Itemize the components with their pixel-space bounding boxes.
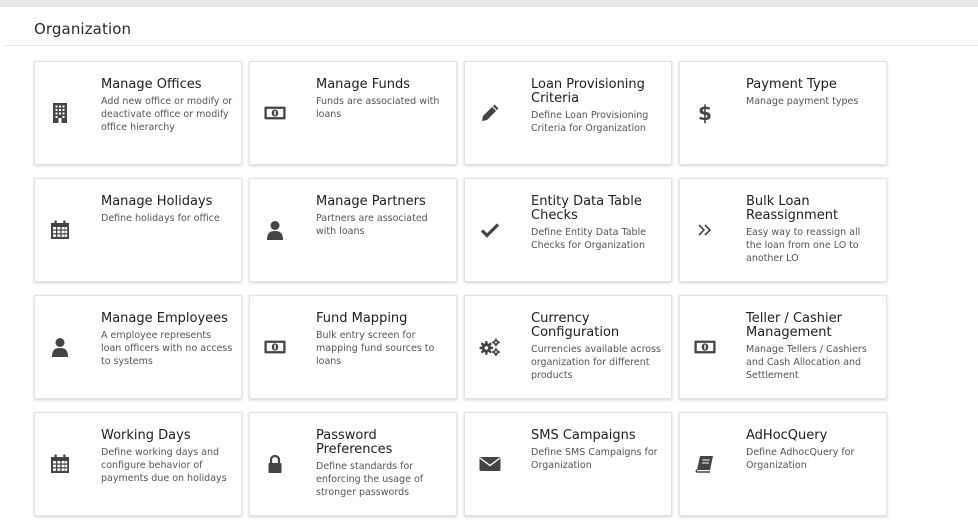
card-description: Define Loan Provisioning Criteria for Or… — [531, 110, 649, 134]
organization-card-grid: Manage Offices Add new office or modify … — [34, 61, 887, 516]
card-title: SMS Campaigns — [531, 428, 636, 443]
dollar-icon: $ — [694, 102, 716, 124]
card-title: Manage Partners — [316, 194, 426, 209]
card-description: Manage Tellers / Cashiers and Cash Alloc… — [746, 344, 867, 381]
card-entity-data-table-checks[interactable]: Entity Data Table Checks Define Entity D… — [464, 178, 672, 282]
card-description: Add new office or modify or deactivate o… — [101, 96, 233, 133]
card-description: Bulk entry screen for mapping fund sourc… — [316, 330, 435, 367]
gears-icon — [479, 336, 501, 358]
top-strip — [0, 0, 978, 7]
card-title: Manage Holidays — [101, 194, 213, 209]
card-title: Manage Employees — [101, 311, 228, 326]
card-description: Define standards for enforcing the usage… — [316, 461, 424, 498]
money-icon — [264, 336, 286, 358]
money-icon — [694, 336, 716, 358]
calendar-icon — [49, 453, 71, 475]
title-divider — [5, 45, 978, 46]
card-title: Working Days — [101, 428, 191, 443]
card-sms-campaigns[interactable]: SMS Campaigns Define SMS Campaigns for O… — [464, 412, 672, 516]
card-password-preferences[interactable]: Password Preferences Define standards fo… — [249, 412, 457, 516]
card-teller-cashier-management[interactable]: Teller / Cashier Management Manage Telle… — [679, 295, 887, 399]
card-manage-offices[interactable]: Manage Offices Add new office or modify … — [34, 61, 242, 165]
card-title: Payment Type — [746, 77, 837, 92]
card-manage-partners[interactable]: Manage Partners Partners are associated … — [249, 178, 457, 282]
user-icon — [264, 219, 286, 241]
card-description: A employee represents loan officers with… — [101, 330, 233, 367]
card-manage-employees[interactable]: Manage Employees A employee represents l… — [34, 295, 242, 399]
card-bulk-loan-reassignment[interactable]: Bulk Loan Reassignment Easy way to reass… — [679, 178, 887, 282]
card-title: Password Preferences — [316, 428, 393, 457]
pencil-icon — [479, 102, 501, 124]
card-currency-configuration[interactable]: Currency Configuration Currencies availa… — [464, 295, 672, 399]
user-icon — [49, 336, 71, 358]
card-description: Define Entity Data Table Checks for Orga… — [531, 227, 647, 251]
card-description: Funds are associated with loans — [316, 96, 440, 120]
check-icon — [479, 219, 501, 241]
card-payment-type[interactable]: $ Payment Type Manage payment types — [679, 61, 887, 165]
card-description: Define working days and configure behavi… — [101, 447, 227, 484]
building-icon — [49, 102, 71, 124]
card-description: Currencies available across organization… — [531, 344, 661, 381]
envelope-icon — [479, 453, 501, 475]
card-description: Partners are associated with loans — [316, 213, 428, 237]
card-adhocquery[interactable]: AdHocQuery Define AdhocQuery for Organiz… — [679, 412, 887, 516]
card-description: Manage payment types — [746, 96, 859, 107]
card-title: Loan Provisioning Criteria — [531, 77, 645, 106]
card-description: Define AdhocQuery for Organization — [746, 447, 855, 471]
card-title: Manage Funds — [316, 77, 411, 92]
card-title: Entity Data Table Checks — [531, 194, 642, 223]
double-chevron-right-icon — [694, 219, 716, 241]
card-title: Currency Configuration — [531, 311, 620, 340]
card-title: Fund Mapping — [316, 311, 408, 326]
card-manage-funds[interactable]: Manage Funds Funds are associated with l… — [249, 61, 457, 165]
card-title: AdHocQuery — [746, 428, 828, 443]
card-description: Define SMS Campaigns for Organization — [531, 447, 658, 471]
page-title: Organization — [34, 20, 132, 38]
card-description: Define holidays for office — [101, 213, 220, 224]
money-icon — [264, 102, 286, 124]
lock-icon — [264, 453, 286, 475]
card-working-days[interactable]: Working Days Define working days and con… — [34, 412, 242, 516]
calendar-icon — [49, 219, 71, 241]
card-fund-mapping[interactable]: Fund Mapping Bulk entry screen for mappi… — [249, 295, 457, 399]
card-title: Manage Offices — [101, 77, 202, 92]
card-description: Easy way to reassign all the loan from o… — [746, 227, 861, 264]
card-title: Bulk Loan Reassignment — [746, 194, 839, 223]
card-loan-provisioning-criteria[interactable]: Loan Provisioning Criteria Define Loan P… — [464, 61, 672, 165]
card-title: Teller / Cashier Management — [746, 311, 842, 340]
book-icon — [694, 453, 716, 475]
card-manage-holidays[interactable]: Manage Holidays Define holidays for offi… — [34, 178, 242, 282]
svg-text:$: $ — [698, 102, 712, 124]
